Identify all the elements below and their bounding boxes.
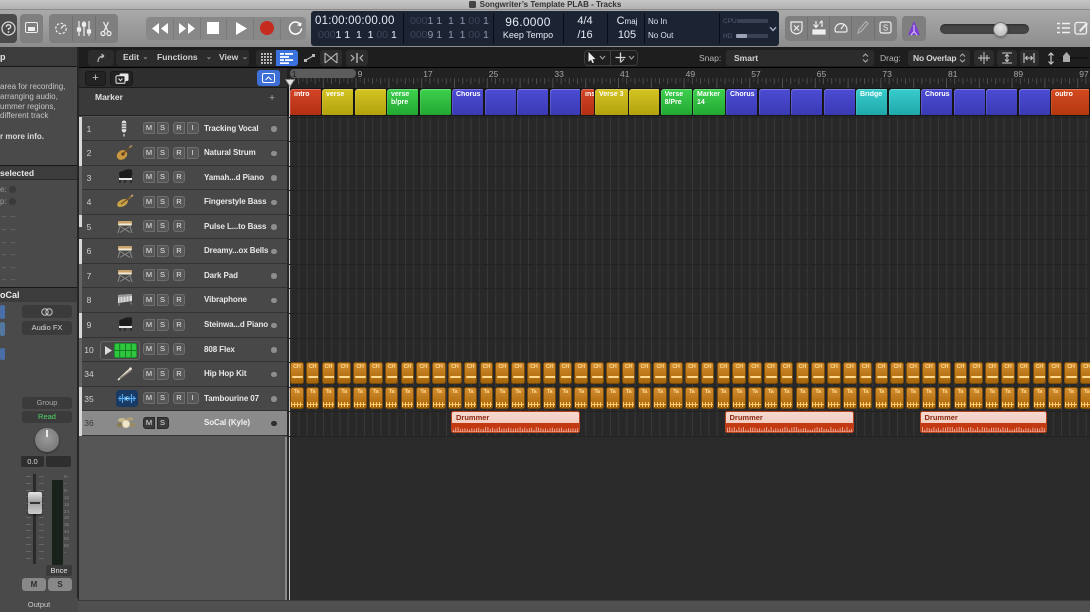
svg-text:S: S <box>883 24 888 33</box>
